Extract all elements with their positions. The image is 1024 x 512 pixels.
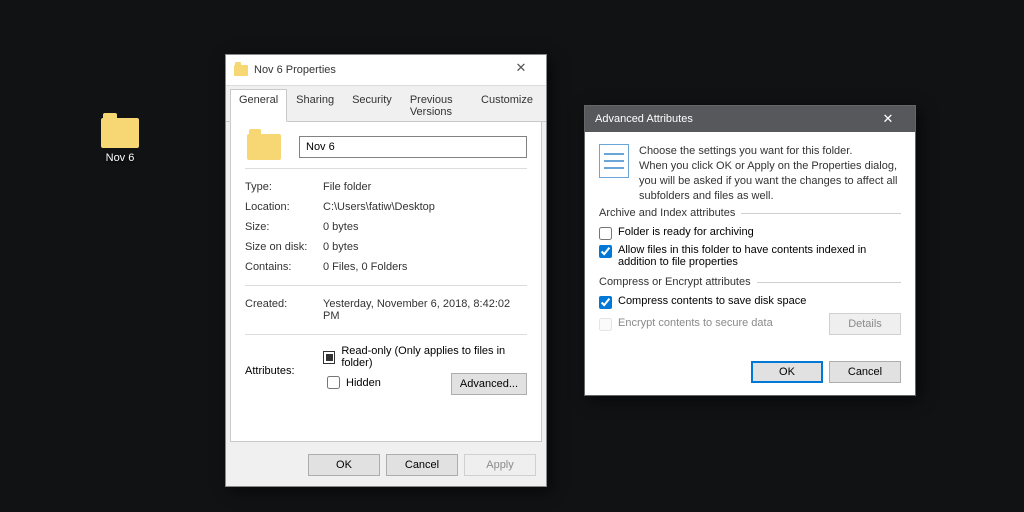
created-value: Yesterday, November 6, 2018, 8:42:02 PM [323,298,527,322]
tabs: General Sharing Security Previous Versio… [226,86,546,122]
location-label: Location: [245,201,323,213]
ok-button[interactable]: OK [308,454,380,476]
cancel-button[interactable]: Cancel [386,454,458,476]
tab-security[interactable]: Security [343,89,401,122]
hidden-checkbox[interactable]: Hidden [323,373,381,392]
contains-label: Contains: [245,261,323,273]
folder-icon [247,134,281,160]
tab-customize[interactable]: Customize [472,89,542,122]
size-on-disk-value: 0 bytes [323,241,527,253]
properties-dialog: Nov 6 Properties ✕ General Sharing Secur… [225,54,547,487]
index-allow-label: Allow files in this folder to have conte… [618,244,901,268]
folder-name-input[interactable] [299,136,527,158]
folder-icon [101,118,139,148]
properties-titlebar[interactable]: Nov 6 Properties ✕ [226,55,546,86]
apply-button: Apply [464,454,536,476]
details-button: Details [829,313,901,335]
advanced-title: Advanced Attributes [595,113,871,125]
archive-ready-checkbox[interactable]: Folder is ready for archiving [599,226,901,240]
tab-body-general: Type:File folder Location:C:\Users\fatiw… [230,122,542,442]
advanced-dialog-buttons: OK Cancel [585,351,915,395]
close-icon[interactable]: ✕ [504,61,538,79]
advanced-attributes-dialog: Advanced Attributes ✕ Choose the setting… [584,105,916,396]
compress-checkbox[interactable]: Compress contents to save disk space [599,295,901,309]
encrypt-checkbox: Encrypt contents to secure data [599,317,829,331]
attributes-icon [599,144,629,178]
size-label: Size: [245,221,323,233]
advanced-intro-1: Choose the settings you want for this fo… [639,144,901,159]
contains-value: 0 Files, 0 Folders [323,261,527,273]
encrypt-label: Encrypt contents to secure data [618,317,773,329]
compress-label: Compress contents to save disk space [618,295,806,307]
checkbox-mixed-icon [323,351,335,364]
size-on-disk-label: Size on disk: [245,241,323,253]
archive-group-label: Archive and Index attributes [599,207,741,219]
created-label: Created: [245,298,323,322]
checkbox-icon[interactable] [327,376,340,389]
properties-dialog-buttons: OK Cancel Apply [226,446,546,486]
index-allow-checkbox[interactable]: Allow files in this folder to have conte… [599,244,901,268]
properties-title: Nov 6 Properties [254,64,504,76]
hidden-label: Hidden [346,377,381,389]
ok-button[interactable]: OK [751,361,823,383]
advanced-titlebar[interactable]: Advanced Attributes ✕ [585,106,915,132]
close-icon[interactable]: ✕ [871,112,905,126]
readonly-checkbox[interactable]: Read-only (Only applies to files in fold… [323,345,527,369]
advanced-body: Choose the settings you want for this fo… [585,132,915,351]
folder-icon [234,65,248,76]
desktop-folder[interactable]: Nov 6 [85,118,155,164]
tab-general[interactable]: General [230,89,287,122]
tab-sharing[interactable]: Sharing [287,89,343,122]
attributes-label: Attributes: [245,365,323,377]
advanced-intro-2: When you click OK or Apply on the Proper… [639,159,901,204]
desktop-folder-label: Nov 6 [85,152,155,164]
archive-group: Archive and Index attributes Folder is r… [599,213,901,276]
tab-previous-versions[interactable]: Previous Versions [401,89,472,122]
archive-ready-label: Folder is ready for archiving [618,226,754,238]
size-value: 0 bytes [323,221,527,233]
advanced-button[interactable]: Advanced... [451,373,527,395]
compress-group-label: Compress or Encrypt attributes [599,276,757,288]
location-value: C:\Users\fatiw\Desktop [323,201,527,213]
type-label: Type: [245,181,323,193]
compress-group: Compress or Encrypt attributes Compress … [599,282,901,339]
readonly-label: Read-only (Only applies to files in fold… [341,345,527,369]
type-value: File folder [323,181,527,193]
cancel-button[interactable]: Cancel [829,361,901,383]
